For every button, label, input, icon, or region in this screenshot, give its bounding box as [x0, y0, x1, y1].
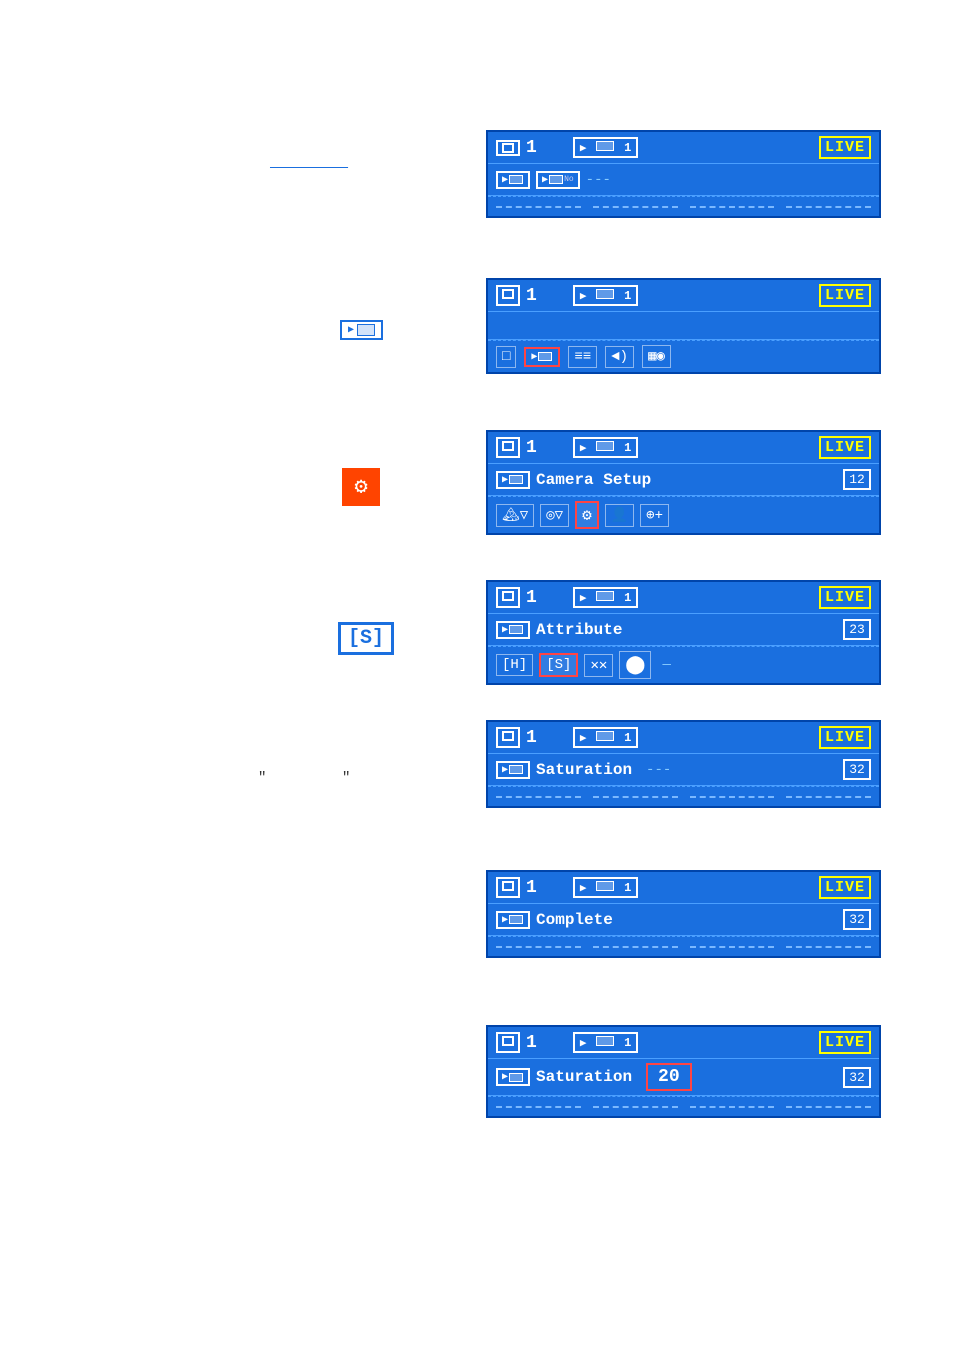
slot-number4: 1	[526, 588, 537, 608]
slot-icon	[496, 140, 520, 156]
slot-icon7	[496, 1032, 520, 1053]
panel2-empty	[488, 312, 879, 340]
cam-badge6: ▶ 1	[573, 877, 638, 898]
panel7-header: 1 ▶ 1 LIVE	[488, 1027, 879, 1059]
tab-icon-grid[interactable]: ▦◉	[642, 345, 671, 368]
panel3-label: ▶ Camera Setup 12	[488, 464, 879, 496]
panel6-label: ▶ Complete 32	[488, 904, 879, 936]
slot-icon3	[496, 437, 520, 458]
panel7-dotted	[488, 1096, 879, 1116]
slot-icon2	[496, 285, 520, 306]
panel4-text: Attribute	[536, 621, 622, 639]
panel2-icons: □ ▶ ≡≡ ◄) ▦◉	[488, 340, 879, 372]
slot-icon4	[496, 587, 520, 608]
panel3-num: 12	[843, 469, 871, 490]
annotation-quote: " "	[258, 770, 350, 786]
cam-icon-panel4: ▶	[496, 621, 530, 639]
panel4-num: 23	[843, 619, 871, 640]
screen-panel-3: 1 ▶ 1 LIVE ▶ Camera Setup 12 🏔▽ ◎▽ ⚙ 👤 ⊕…	[486, 430, 881, 535]
panel6-dotted	[488, 936, 879, 956]
panel4-label: ▶ Attribute 23	[488, 614, 879, 646]
live-badge5: LIVE	[819, 726, 871, 749]
live-badge6: LIVE	[819, 876, 871, 899]
slot-number2: 1	[526, 286, 537, 306]
cam-badge3: ▶ 1	[573, 437, 638, 458]
cam-badge5: ▶ 1	[573, 727, 638, 748]
tab3-plus-circle[interactable]: ⊕+	[640, 504, 669, 527]
tab3-eye[interactable]: ◎▽	[540, 504, 569, 527]
cam-icon-panel3: ▶	[496, 471, 530, 489]
tab3-person[interactable]: 👤	[605, 504, 634, 527]
screen-panel-2: 1 ▶ 1 LIVE □ ▶ ≡≡ ◄) ▦◉	[486, 278, 881, 374]
cam-icon-panel5: ▶	[496, 761, 530, 779]
annotation-gear: ⚙	[342, 468, 380, 506]
live-badge: LIVE	[819, 136, 871, 159]
panel5-header: 1 ▶ 1 LIVE	[488, 722, 879, 754]
cam-badge2: ▶ 1	[573, 285, 638, 306]
panel3-text: Camera Setup	[536, 471, 651, 489]
panel6-num: 32	[843, 909, 871, 930]
annotation-camera: ▶	[340, 320, 383, 340]
slot-number3: 1	[526, 438, 537, 458]
screen-panel-4: 1 ▶ 1 LIVE ▶ Attribute 23 [H] [S] ✕✕ ⬤ —	[486, 580, 881, 685]
tab4-dash: —	[657, 655, 871, 675]
tab3-landscape[interactable]: 🏔▽	[496, 504, 534, 527]
live-badge7: LIVE	[819, 1031, 871, 1054]
tab4-S-active[interactable]: [S]	[539, 653, 578, 677]
tab4-circle[interactable]: ⬤	[619, 651, 651, 679]
panel7-value-box: 20	[646, 1063, 692, 1091]
cam-icon-small2: ▶ No	[536, 171, 580, 189]
annotation-underline: __________	[270, 155, 348, 170]
slot-icon6	[496, 877, 520, 898]
panel3-header: 1 ▶ 1 LIVE	[488, 432, 879, 464]
slot-number6: 1	[526, 878, 537, 898]
panel4-header: 1 ▶ 1 LIVE	[488, 582, 879, 614]
panel6-header: 1 ▶ 1 LIVE	[488, 872, 879, 904]
panel5-label: ▶ Saturation --- 32	[488, 754, 879, 786]
annotation-bracket-s: [S]	[338, 622, 394, 655]
panel4-tabs: [H] [S] ✕✕ ⬤ —	[488, 646, 879, 683]
cam-icon-panel7: ▶	[496, 1068, 530, 1086]
panel5-num: 32	[843, 759, 871, 780]
panel5-dashes: ---	[646, 762, 671, 778]
cam-icon-small1: ▶	[496, 171, 530, 189]
panel3-tabs: 🏔▽ ◎▽ ⚙ 👤 ⊕+	[488, 496, 879, 533]
tab-icon-speaker[interactable]: ◄)	[605, 346, 634, 368]
panel1-info: ▶ ▶ No ---	[488, 164, 879, 196]
screen-panel-6: 1 ▶ 1 LIVE ▶ Complete 32	[486, 870, 881, 958]
panel1-header: 1 ▶ 1 LIVE	[488, 132, 879, 164]
tab-icon-cam-active[interactable]: ▶	[524, 347, 560, 367]
live-badge4: LIVE	[819, 586, 871, 609]
slot-icon5	[496, 727, 520, 748]
panel1-dotted	[488, 196, 879, 216]
panel5-dotted	[488, 786, 879, 806]
slot-number: 1	[526, 138, 537, 158]
tab4-xx[interactable]: ✕✕	[584, 654, 613, 677]
cam-badge4: ▶ 1	[573, 587, 638, 608]
panel7-label: ▶ Saturation 20 32	[488, 1059, 879, 1096]
screen-panel-5: 1 ▶ 1 LIVE ▶ Saturation --- 32	[486, 720, 881, 808]
panel7-num: 32	[843, 1067, 871, 1088]
slot-number5: 1	[526, 728, 537, 748]
cam-icon-panel6: ▶	[496, 911, 530, 929]
screen-panel-7: 1 ▶ 1 LIVE ▶ Saturation 20 32	[486, 1025, 881, 1118]
slot-number7: 1	[526, 1033, 537, 1053]
screen-panel-1: 1 ▶ 1 LIVE ▶ ▶ No ---	[486, 130, 881, 218]
dashes: ---	[586, 172, 611, 188]
panel2-header: 1 ▶ 1 LIVE	[488, 280, 879, 312]
panel5-text: Saturation	[536, 761, 632, 779]
tab4-H[interactable]: [H]	[496, 654, 533, 676]
panel6-text: Complete	[536, 911, 613, 929]
cam-badge: ▶ 1	[573, 137, 638, 158]
panel7-saturation-label: Saturation	[536, 1068, 632, 1086]
cam-badge7: ▶ 1	[573, 1032, 638, 1053]
live-badge3: LIVE	[819, 436, 871, 459]
live-badge2: LIVE	[819, 284, 871, 307]
tab-icon-lines[interactable]: ≡≡	[568, 346, 597, 368]
tab3-gear-active[interactable]: ⚙	[575, 501, 599, 529]
tab-icon-square[interactable]: □	[496, 346, 516, 368]
